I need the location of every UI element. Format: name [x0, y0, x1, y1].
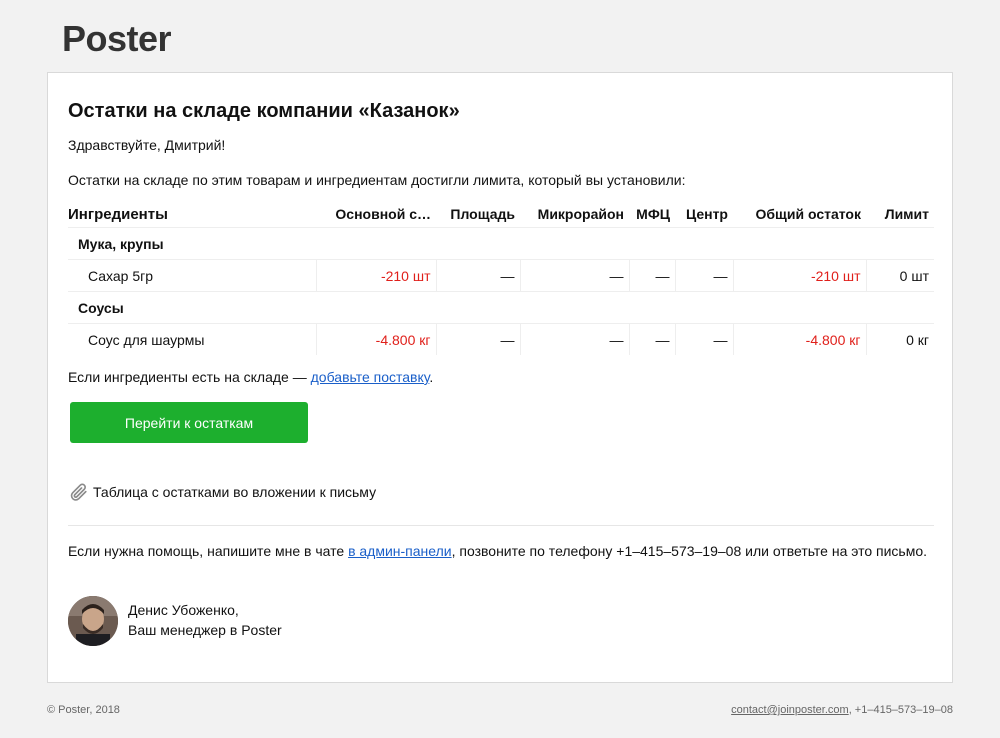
help-text-start: Если нужна помощь, напишите мне в чате — [68, 543, 349, 559]
brand-logo: Poster — [62, 18, 172, 59]
stock-district: — — [519, 323, 629, 355]
signature-text: Денис Убоженко, Ваш менеджер в Poster — [128, 600, 282, 640]
ingredient-name: Соус для шаурмы — [88, 331, 205, 348]
email-card: Остатки на складе компании «Казанок» Здр… — [47, 72, 953, 683]
manager-name: Денис Убоженко, — [128, 602, 239, 618]
supply-text: Если ингредиенты есть на складе — — [68, 369, 311, 385]
category-row: Мука, крупы — [68, 227, 934, 260]
column-header-ingredients: Ингредиенты — [68, 201, 316, 228]
stock-limit: 0 шт — [865, 259, 934, 292]
admin-panel-link[interactable]: в админ-панели — [348, 543, 452, 559]
stock-center: — — [674, 323, 733, 355]
supply-end: . — [429, 369, 434, 385]
attachment-text: Таблица с остатками во вложении к письму — [93, 484, 377, 500]
signature: Денис Убоженко, Ваш менеджер в Poster — [68, 596, 282, 646]
column-header-total: Общий остаток — [733, 201, 866, 228]
stock-square: — — [435, 323, 520, 355]
intro-text: Остатки на складе по этим товарам и ингр… — [68, 172, 686, 188]
stock-total: -4.800 кг — [732, 323, 866, 355]
avatar-photo — [68, 596, 118, 646]
help-text: Если нужна помощь, напишите мне в чате в… — [68, 543, 927, 559]
go-to-stock-button[interactable]: Перейти к остаткам — [70, 402, 308, 443]
table-row: Сахар 5гр -210 шт — — — — -210 шт 0 шт — [68, 259, 934, 292]
supply-line: Если ингредиенты есть на складе — добавь… — [68, 369, 433, 385]
ingredient-name: Сахар 5гр — [68, 259, 316, 292]
stock-mfc: — — [628, 323, 675, 355]
page-title: Остатки на складе компании «Казанок» — [68, 100, 460, 122]
category-label: Соусы — [68, 291, 934, 324]
column-header-mfc: МФЦ — [629, 201, 675, 228]
column-header-limit: Лимит — [866, 201, 934, 228]
greeting: Здравствуйте, Дмитрий! — [68, 137, 226, 153]
column-header-main-warehouse: Основной с… — [316, 201, 436, 228]
avatar — [68, 596, 118, 646]
table-header-row: Ингредиенты Основной с… Площадь Микрорай… — [68, 201, 934, 228]
add-supply-link[interactable]: добавьте поставку — [311, 369, 430, 385]
table-row: Соус для шаурмы -4.800 кг — — — — -4.800… — [68, 323, 934, 355]
stock-mfc: — — [628, 259, 675, 292]
attachment-note: Таблица с остатками во вложении к письму — [68, 481, 376, 503]
column-header-district: Микрорайон — [520, 201, 629, 228]
category-label: Мука, крупы — [68, 227, 934, 260]
category-row: Соусы — [68, 291, 934, 324]
footer-copyright: © Poster, 2018 — [47, 704, 120, 716]
contact-phone: , +1–415–573–19–08 — [848, 704, 953, 716]
paperclip-icon — [70, 483, 87, 501]
stock-district: — — [519, 259, 629, 292]
stock-total: -210 шт — [732, 259, 866, 292]
stock-main: -4.800 кг — [315, 323, 436, 355]
footer-contacts: contact@joinposter.com, +1–415–573–19–08 — [731, 704, 953, 716]
manager-role: Ваш менеджер в Poster — [128, 622, 282, 638]
divider — [68, 525, 934, 526]
stock-square: — — [435, 259, 520, 292]
stock-center: — — [674, 259, 733, 292]
help-text-end: , позвоните по телефону +1–415–573–19–08… — [451, 543, 928, 559]
stock-limit: 0 кг — [865, 323, 934, 355]
contact-email-link[interactable]: contact@joinposter.com — [731, 704, 849, 716]
stock-main: -210 шт — [315, 259, 436, 292]
column-header-square: Площадь — [436, 201, 520, 228]
stock-table: Ингредиенты Основной с… Площадь Микрорай… — [68, 201, 934, 355]
column-header-center: Центр — [675, 201, 733, 228]
